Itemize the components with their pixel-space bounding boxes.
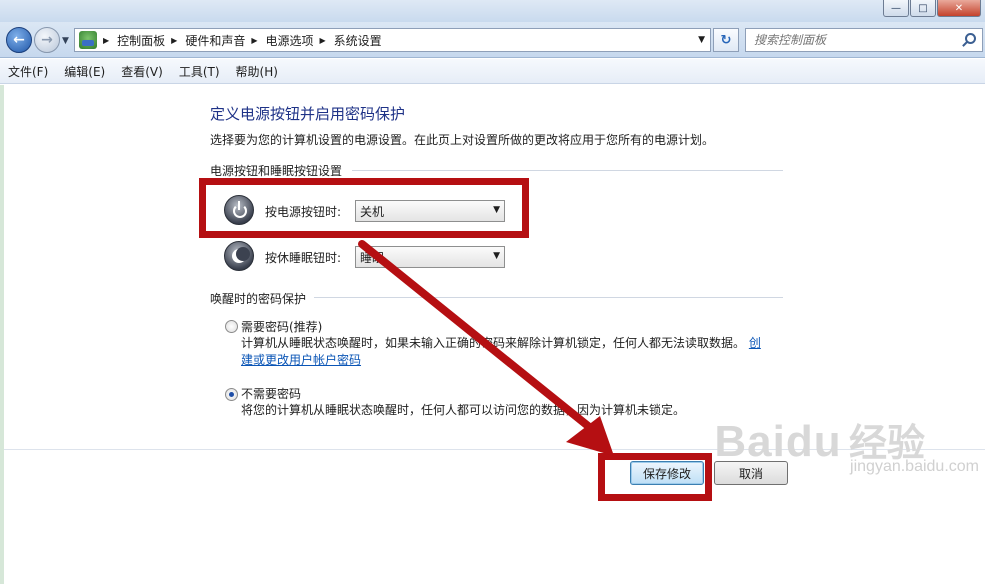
no-password-description: 将您的计算机从睡眠状态唤醒时，任何人都可以访问您的数据，因为计算机未锁定。 (241, 403, 686, 417)
address-dropdown-icon[interactable]: ▼ (698, 35, 705, 45)
menu-tools[interactable]: 工具(T) (179, 63, 220, 80)
password-section-header: 唤醒时的密码保护 (210, 292, 307, 306)
sleep-button-select[interactable]: 睡眠 ▼ (355, 246, 505, 268)
window-titlebar: — □ ✕ (0, 0, 985, 22)
sleep-button-icon (224, 241, 254, 271)
power-section-header: 电源按钮和睡眠按钮设置 (210, 164, 343, 178)
close-button[interactable]: ✕ (937, 0, 981, 17)
sleep-button-value: 睡眠 (360, 250, 385, 265)
chevron-right-icon[interactable]: ▶ (320, 36, 326, 45)
breadcrumb-control-panel[interactable]: 控制面板 (117, 32, 165, 49)
chevron-right-icon[interactable]: ▶ (103, 36, 109, 45)
chevron-right-icon[interactable]: ▶ (171, 36, 177, 45)
breadcrumb-power-options[interactable]: 电源选项 (266, 32, 314, 49)
window-controls: — □ ✕ (883, 0, 981, 17)
annotation-highlight-box (598, 453, 712, 501)
maximize-button[interactable]: □ (910, 0, 936, 17)
annotation-highlight-box (199, 178, 529, 238)
search-icon[interactable] (965, 33, 976, 44)
watermark-url: jingyan.baidu.com (850, 458, 979, 475)
section-divider (314, 297, 783, 298)
page-title: 定义电源按钮并启用密码保护 (210, 105, 406, 123)
recent-pages-dropdown[interactable]: ▼ (62, 36, 69, 46)
forward-button[interactable]: → (34, 27, 60, 53)
search-box[interactable] (745, 28, 983, 52)
menu-help[interactable]: 帮助(H) (236, 63, 278, 80)
content-area: 定义电源按钮并启用密码保护 选择要为您的计算机设置的电源设置。在此页上对设置所做… (0, 85, 985, 584)
sleep-button-label: 按休睡眠钮时: (265, 251, 342, 265)
no-password-label[interactable]: 不需要密码 (241, 385, 301, 402)
breadcrumb-hardware-sound[interactable]: 硬件和声音 (185, 32, 245, 49)
create-password-link[interactable]: 创 (749, 336, 761, 350)
require-password-radio[interactable] (225, 320, 238, 333)
watermark-logo: Baidu (714, 417, 842, 466)
chevron-down-icon[interactable]: ▼ (493, 251, 500, 261)
breadcrumb-system-settings[interactable]: 系统设置 (334, 32, 382, 49)
menu-file[interactable]: 文件(F) (8, 63, 48, 80)
navigation-bar: ← → ▼ ▶ 控制面板 ▶ 硬件和声音 ▶ 电源选项 ▶ 系统设置 ▼ ↻ (0, 22, 985, 58)
menu-edit[interactable]: 编辑(E) (64, 63, 105, 80)
no-password-radio[interactable] (225, 388, 238, 401)
control-panel-icon (79, 31, 97, 49)
back-button[interactable]: ← (6, 27, 32, 53)
menu-view[interactable]: 查看(V) (121, 63, 163, 80)
address-bar[interactable]: ▶ 控制面板 ▶ 硬件和声音 ▶ 电源选项 ▶ 系统设置 ▼ (74, 28, 711, 52)
chevron-right-icon[interactable]: ▶ (251, 36, 257, 45)
refresh-button[interactable]: ↻ (713, 28, 739, 52)
menu-bar: 文件(F) 编辑(E) 查看(V) 工具(T) 帮助(H) (0, 59, 985, 84)
section-divider (352, 170, 783, 171)
minimize-button[interactable]: — (883, 0, 909, 17)
require-password-label[interactable]: 需要密码(推荐) (241, 318, 322, 335)
search-input[interactable] (754, 30, 959, 50)
page-description: 选择要为您的计算机设置的电源设置。在此页上对设置所做的更改将应用于您所有的电源计… (210, 133, 715, 147)
create-password-link-cont[interactable]: 建或更改用户帐户密码 (241, 353, 361, 367)
require-password-description: 计算机从睡眠状态唤醒时，如果未输入正确的密码来解除计算机锁定，任何人都无法读取数… (241, 335, 771, 369)
require-password-text: 计算机从睡眠状态唤醒时，如果未输入正确的密码来解除计算机锁定，任何人都无法读取数… (241, 336, 746, 350)
